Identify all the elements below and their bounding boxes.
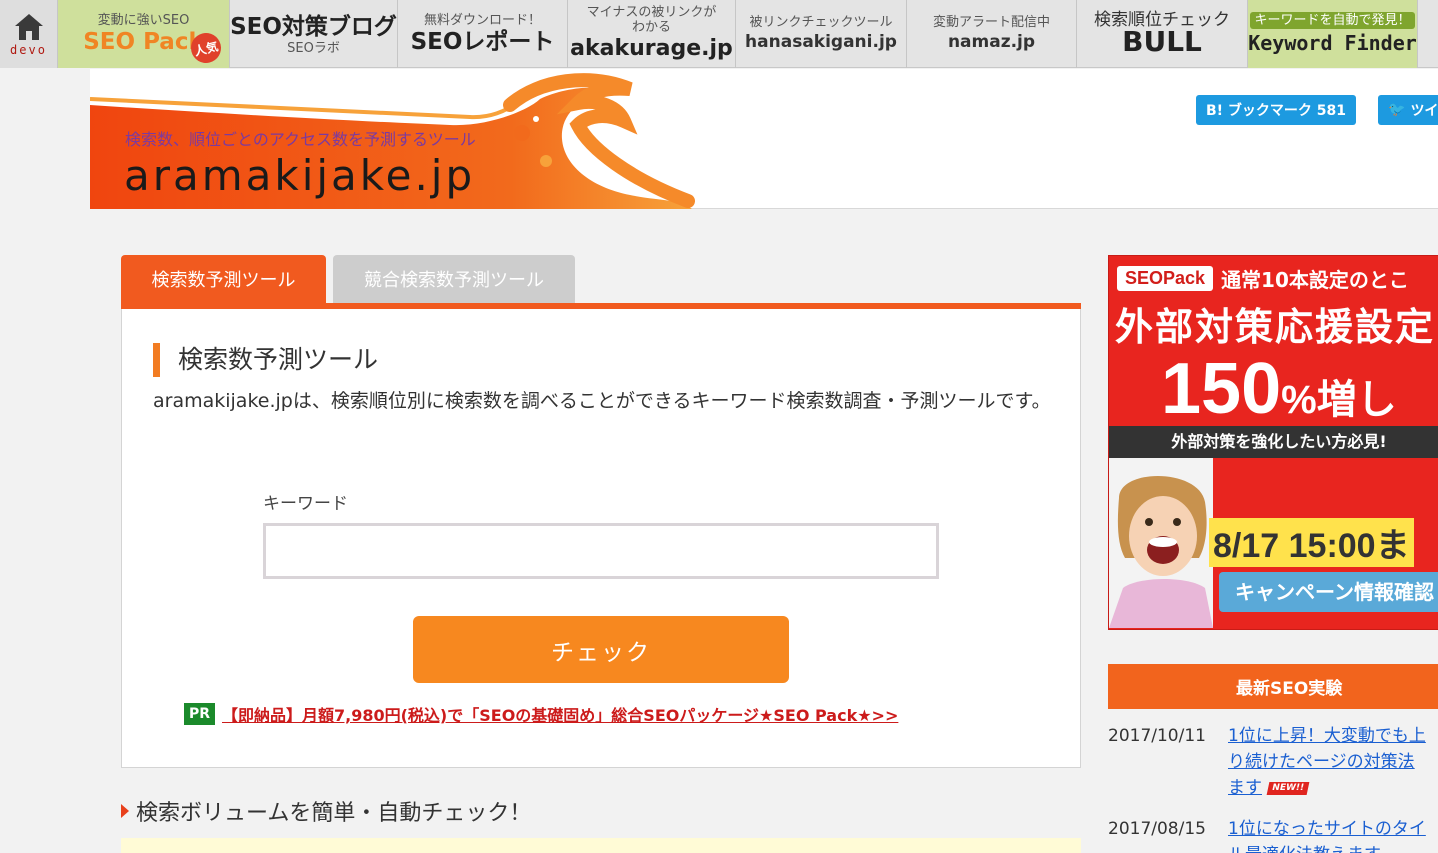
ad-cta-button[interactable]: キャンペーン情報確認 (1219, 572, 1438, 612)
news-link-line: 1位になったサイトのタイ (1228, 819, 1426, 839)
network-link-akakurage[interactable]: マイナスの被リンクが わかる akakurage.jp (568, 0, 736, 68)
network-link-caption: キーワードを自動で発見！ (1250, 11, 1415, 29)
twitter-bird-icon: 🐦 (1388, 102, 1406, 118)
devo-label: devo (10, 42, 47, 57)
network-link-title: BULL (1122, 24, 1202, 58)
child-photo-image (1109, 458, 1213, 628)
info-box (121, 838, 1081, 853)
home-link[interactable]: devo (0, 0, 58, 68)
network-bar: devo 変動に強いSEO SEO Pack 人気 SEO対策ブログ SEOラボ… (0, 0, 1438, 68)
news-link-line: り続けたページの対策法 (1228, 752, 1415, 772)
keyword-label: キーワード (263, 494, 348, 514)
ad-percent-suffix: %増し (1281, 378, 1397, 422)
home-icon (14, 13, 43, 40)
network-link-seo-report[interactable]: 無料ダウンロード！ SEOレポート (398, 0, 568, 68)
news-item: 2017/08/15 1位になったサイトのタイ ル最適化法教えます (1108, 816, 1438, 853)
news-link-line: ル最適化法教えます (1228, 845, 1381, 853)
network-link-title: akakurage.jp (570, 36, 733, 61)
site-name: aramakijake.jp (124, 151, 476, 200)
panel-description: aramakijake.jpは、検索順位別に検索数を調べることができるキーワード… (153, 390, 1051, 412)
check-button[interactable]: チェック (413, 616, 789, 683)
network-link-caption: SEOラボ (287, 40, 340, 56)
keyword-input[interactable] (263, 523, 939, 579)
site-header: 検索数、順位ごとのアクセス数を予測するツール aramakijake.jp B!… (90, 69, 1438, 209)
news-link-line: ます (1228, 778, 1262, 798)
new-badge: NEW!! (1266, 781, 1310, 795)
network-link-namaz[interactable]: 変動アラート配信中 namaz.jp (907, 0, 1077, 68)
ad-percent: 150%増し (1161, 348, 1397, 430)
network-link-caption: マイナスの被リンクが (586, 5, 717, 20)
pr-link[interactable]: 【即納品】月額7,980円(税込)で「SEOの基礎固め」総合SEOパッケージ★S… (222, 702, 898, 726)
network-link-seo-pack[interactable]: 変動に強いSEO SEO Pack 人気 (58, 0, 230, 68)
network-link-title: hanasakigani.jp (745, 31, 897, 52)
network-link-title: SEO対策ブログ (230, 13, 397, 40)
network-link-caption: 変動に強いSEO (97, 12, 190, 28)
network-link-bull[interactable]: 検索順位チェック BULL (1077, 0, 1248, 68)
network-link-seo-blog[interactable]: SEO対策ブログ SEOラボ (230, 0, 398, 68)
triangle-bullet-icon (121, 804, 129, 818)
ad-subtitle: 通常10本設定のとこ (1221, 268, 1409, 292)
pr-row: PR 【即納品】月額7,980円(税込)で「SEOの基礎固め」総合SEOパッケー… (184, 702, 898, 726)
news-link[interactable]: 1位になったサイトのタイ ル最適化法教えます (1228, 816, 1438, 853)
news-link-line: 1位に上昇！大変動でも上 (1228, 726, 1426, 746)
tab-competitor-volume-tool[interactable]: 競合検索数予測ツール (333, 255, 575, 303)
news-item: 2017/10/11 1位に上昇！大変動でも上 り続けたページの対策法 ます NE… (1108, 723, 1438, 801)
panel-title: 検索数予測ツール (153, 343, 378, 377)
tool-panel: 検索数予測ツール aramakijake.jpは、検索順位別に検索数を調べること… (121, 309, 1081, 768)
ad-brand: SEOPack (1117, 266, 1214, 291)
seo-pack-campaign-banner[interactable]: SEOPack 通常10本設定のとこ 外部対策応援設定 150%増し 外部対策を… (1108, 255, 1438, 630)
section-heading: 検索ボリュームを簡単・自動チェック！ (121, 795, 531, 827)
network-link-title: Keyword Finder (1248, 30, 1417, 55)
site-tagline: 検索数、順位ごとのアクセス数を予測するツール (125, 130, 476, 149)
ad-headline: 外部対策応援設定 (1115, 305, 1436, 349)
ad-band: 外部対策を強化したい方必見! (1109, 426, 1438, 458)
ad-deadline: 8/17 15:00ま (1209, 518, 1414, 567)
tab-search-volume-tool[interactable]: 検索数予測ツール (121, 255, 326, 303)
network-link-caption-2: わかる (631, 20, 671, 35)
network-link-title: SEO Pack (83, 28, 204, 55)
news-date: 2017/08/15 (1108, 819, 1206, 839)
pr-badge: PR (184, 703, 215, 725)
network-link-caption: 無料ダウンロード！ (423, 12, 541, 28)
network-link-title: SEOレポート (410, 28, 555, 55)
ad-top-row: SEOPack 通常10本設定のとこ (1117, 264, 1409, 293)
hatena-bookmark-button[interactable]: B! ブックマーク 581 (1196, 95, 1357, 125)
twitter-share-button[interactable]: 🐦 ツイ (1378, 95, 1438, 125)
section-heading-text: 検索ボリュームを簡単・自動チェック！ (136, 801, 532, 826)
network-link-caption: 被リンクチェックツール (749, 14, 893, 30)
site-logo[interactable]: 検索数、順位ごとのアクセス数を予測するツール aramakijake.jp (90, 69, 710, 209)
news-link[interactable]: 1位に上昇！大変動でも上 り続けたページの対策法 ます NEW!! (1228, 723, 1438, 801)
network-link-keyword-finder[interactable]: キーワードを自動で発見！ Keyword Finder (1248, 0, 1418, 68)
news-heading: 最新SEO実験 (1108, 664, 1438, 709)
network-link-hanasakigani[interactable]: 被リンクチェックツール hanasakigani.jp (736, 0, 907, 68)
ad-percent-value: 150 (1161, 349, 1282, 429)
twitter-share-label: ツイ (1410, 103, 1438, 119)
news-date: 2017/10/11 (1108, 726, 1206, 746)
network-link-caption: 変動アラート配信中 (932, 14, 1050, 30)
network-link-title: namaz.jp (947, 31, 1036, 52)
